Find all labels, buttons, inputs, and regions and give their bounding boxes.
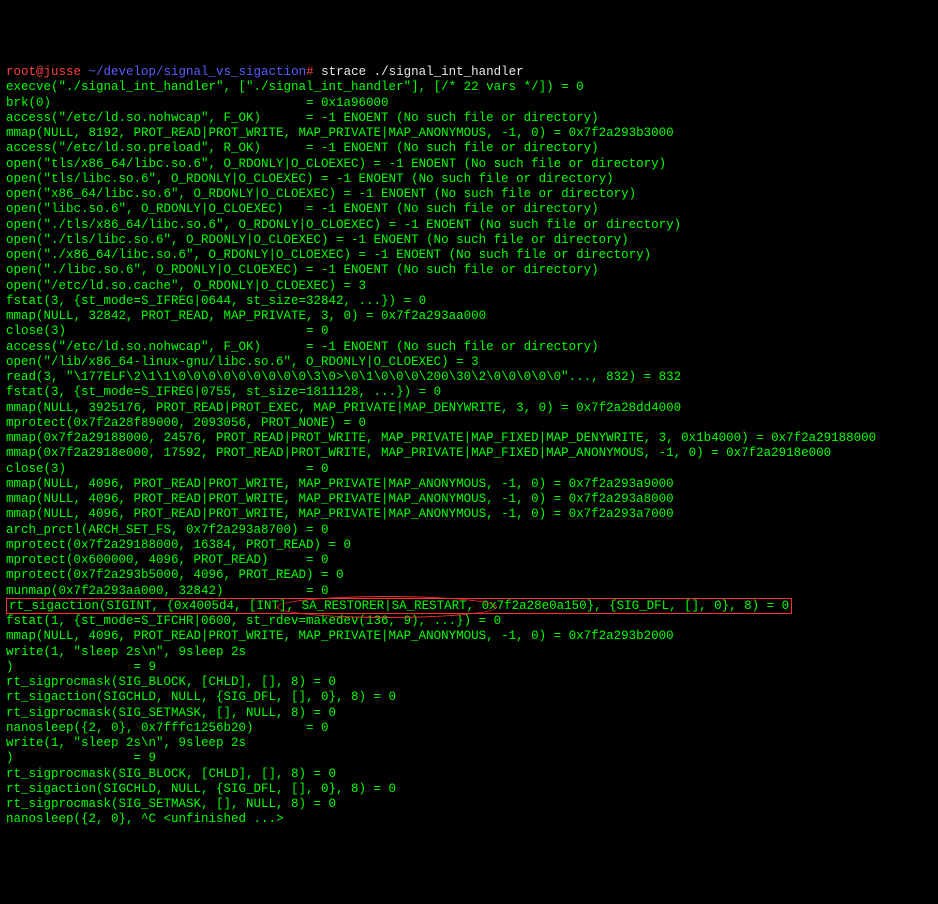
highlight-post: 0x7f2a28e0a150}, {SIG_DFL, [], 0}, 8) = … bbox=[474, 599, 789, 613]
trace-line: mprotect(0x600000, 4096, PROT_READ) = 0 bbox=[6, 553, 329, 567]
trace-line: rt_sigprocmask(SIG_BLOCK, [CHLD], [], 8)… bbox=[6, 675, 336, 689]
trace-line: write(1, "sleep 2s\n", 9sleep 2s bbox=[6, 736, 246, 750]
prompt-user: root@jusse bbox=[6, 65, 81, 79]
command: strace ./signal_int_handler bbox=[314, 65, 524, 79]
prompt-sep bbox=[81, 65, 89, 79]
trace-line: open("x86_64/libc.so.6", O_RDONLY|O_CLOE… bbox=[6, 187, 636, 201]
trace-line: close(3) = 0 bbox=[6, 462, 329, 476]
trace-line: fstat(3, {st_mode=S_IFREG|0755, st_size=… bbox=[6, 385, 441, 399]
trace-line: access("/etc/ld.so.nohwcap", F_OK) = -1 … bbox=[6, 340, 599, 354]
trace-line: open("./tls/libc.so.6", O_RDONLY|O_CLOEX… bbox=[6, 233, 629, 247]
trace-line: fstat(3, {st_mode=S_IFREG|0644, st_size=… bbox=[6, 294, 426, 308]
trace-line: open("tls/x86_64/libc.so.6", O_RDONLY|O_… bbox=[6, 157, 666, 171]
trace-line: open("./x86_64/libc.so.6", O_RDONLY|O_CL… bbox=[6, 248, 651, 262]
trace-line: mmap(NULL, 4096, PROT_READ|PROT_WRITE, M… bbox=[6, 492, 674, 506]
trace-line: rt_sigaction(SIGCHLD, NULL, {SIG_DFL, []… bbox=[6, 782, 396, 796]
trace-line: mmap(NULL, 4096, PROT_READ|PROT_WRITE, M… bbox=[6, 477, 674, 491]
trace-line: close(3) = 0 bbox=[6, 324, 329, 338]
prompt-hash: # bbox=[306, 65, 314, 79]
trace-line: mprotect(0x7f2a293b5000, 4096, PROT_READ… bbox=[6, 568, 344, 582]
trace-line: nanosleep({2, 0}, ^C <unfinished ...> bbox=[6, 812, 284, 826]
trace-line: read(3, "\177ELF\2\1\1\0\0\0\0\0\0\0\0\0… bbox=[6, 370, 681, 384]
trace-line: mprotect(0x7f2a29188000, 16384, PROT_REA… bbox=[6, 538, 351, 552]
terminal-output[interactable]: root@jusse ~/develop/signal_vs_sigaction… bbox=[6, 65, 932, 828]
trace-line: nanosleep({2, 0}, 0x7fffc1256b20) = 0 bbox=[6, 721, 329, 735]
highlight-rt-sigaction: rt_sigaction(SIGINT, {0x4005d4, [INT], S… bbox=[6, 599, 792, 613]
trace-line: mmap(NULL, 4096, PROT_READ|PROT_WRITE, M… bbox=[6, 507, 674, 521]
trace-line: access("/etc/ld.so.preload", R_OK) = -1 … bbox=[6, 141, 599, 155]
prompt-path: ~/develop/signal_vs_sigaction bbox=[89, 65, 307, 79]
trace-line: execve("./signal_int_handler", ["./signa… bbox=[6, 80, 584, 94]
trace-line: ) = 9 bbox=[6, 751, 156, 765]
trace-line: rt_sigaction(SIGCHLD, NULL, {SIG_DFL, []… bbox=[6, 690, 396, 704]
trace-line: fstat(1, {st_mode=S_IFCHR|0600, st_rdev=… bbox=[6, 614, 501, 628]
trace-line: rt_sigprocmask(SIG_BLOCK, [CHLD], [], 8)… bbox=[6, 767, 336, 781]
trace-line: mmap(0x7f2a2918e000, 17592, PROT_READ|PR… bbox=[6, 446, 831, 460]
trace-line: open("/lib/x86_64-linux-gnu/libc.so.6", … bbox=[6, 355, 479, 369]
trace-line: brk(0) = 0x1a96000 bbox=[6, 96, 389, 110]
trace-line: mmap(NULL, 4096, PROT_READ|PROT_WRITE, M… bbox=[6, 629, 674, 643]
trace-line: open("tls/libc.so.6", O_RDONLY|O_CLOEXEC… bbox=[6, 172, 614, 186]
trace-line: ) = 9 bbox=[6, 660, 156, 674]
trace-line: mmap(0x7f2a29188000, 24576, PROT_READ|PR… bbox=[6, 431, 876, 445]
trace-line: write(1, "sleep 2s\n", 9sleep 2s bbox=[6, 645, 246, 659]
trace-line: open("./libc.so.6", O_RDONLY|O_CLOEXEC) … bbox=[6, 263, 599, 277]
trace-line: rt_sigprocmask(SIG_SETMASK, [], NULL, 8)… bbox=[6, 797, 336, 811]
trace-line: open("libc.so.6", O_RDONLY|O_CLOEXEC) = … bbox=[6, 202, 599, 216]
highlight-circled: SA_RESTORER|SA_RESTART, bbox=[302, 599, 475, 613]
trace-line: arch_prctl(ARCH_SET_FS, 0x7f2a293a8700) … bbox=[6, 523, 329, 537]
trace-line: mprotect(0x7f2a28f89000, 2093056, PROT_N… bbox=[6, 416, 366, 430]
trace-line: open("/etc/ld.so.cache", O_RDONLY|O_CLOE… bbox=[6, 279, 366, 293]
trace-line: mmap(NULL, 32842, PROT_READ, MAP_PRIVATE… bbox=[6, 309, 486, 323]
trace-line: open("./tls/x86_64/libc.so.6", O_RDONLY|… bbox=[6, 218, 681, 232]
highlight-pre: rt_sigaction(SIGINT, {0x4005d4, [INT], bbox=[9, 599, 302, 613]
trace-line: access("/etc/ld.so.nohwcap", F_OK) = -1 … bbox=[6, 111, 599, 125]
trace-line: rt_sigprocmask(SIG_SETMASK, [], NULL, 8)… bbox=[6, 706, 336, 720]
trace-line: mmap(NULL, 3925176, PROT_READ|PROT_EXEC,… bbox=[6, 401, 681, 415]
trace-line: munmap(0x7f2a293aa000, 32842) = 0 bbox=[6, 584, 329, 598]
trace-line: mmap(NULL, 8192, PROT_READ|PROT_WRITE, M… bbox=[6, 126, 674, 140]
